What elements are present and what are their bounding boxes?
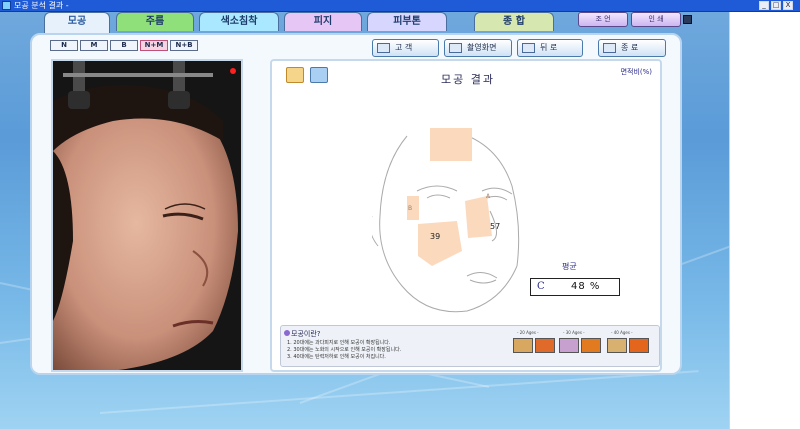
area-ratio-label: 면적비(%) — [620, 68, 652, 76]
face-photo-image — [53, 61, 241, 370]
tab-pores[interactable]: 모공 — [44, 12, 110, 34]
pore-sample-40a — [607, 338, 627, 353]
customer-icon — [377, 43, 390, 53]
pore-sample-20b — [535, 338, 555, 353]
face-photo — [51, 59, 243, 372]
minimize-button[interactable]: _ — [759, 1, 769, 10]
info-title: 모공이란? — [291, 330, 321, 338]
pore-sample-20a — [513, 338, 533, 353]
zone-b-label: B — [408, 205, 412, 212]
average-label: 평균 — [562, 262, 577, 271]
camera-icon — [449, 43, 462, 53]
info-line-1: 1. 20대에는 과다피지로 인해 모공이 확장됩니다. — [287, 340, 391, 346]
side-blank-area — [729, 12, 800, 429]
info-line-2: 2. 30대에는 노화의 시작으로 인해 모공이 확장됩니다. — [287, 347, 402, 353]
maximize-button[interactable]: □ — [771, 1, 781, 10]
window-title: 모공 분석 결과 - — [14, 1, 69, 10]
customer-button[interactable]: 고 객 — [372, 39, 439, 57]
filter-b[interactable]: B — [110, 40, 138, 51]
pore-sample-30a — [559, 338, 579, 353]
window-title-bar: 모공 분석 결과 - _ □ X — [0, 0, 800, 12]
app-background: 모공 주름 색소침착 피지 피부톤 종 합 조 언 인 쇄 N M B N+M … — [0, 12, 729, 429]
pore-sample-30b — [581, 338, 601, 353]
tab-summary[interactable]: 종 합 — [474, 12, 554, 31]
tab-sebum[interactable]: 피지 — [284, 12, 362, 31]
back-button[interactable]: 뒤 로 — [517, 39, 583, 57]
capture-screen-label: 촬영화면 — [467, 43, 497, 52]
save-icon[interactable] — [683, 15, 692, 24]
age-20-label: - 20 Ages - — [517, 330, 539, 335]
main-panel: N M B N+M N+B 고 객 촬영화면 뒤 로 종 료 모공 결과 면적비… — [30, 33, 682, 375]
filter-n[interactable]: N — [50, 40, 78, 51]
result-panel: 모공 결과 면적비(%) B A 39 57 평균 C 48 % 모공이란? 1… — [270, 59, 662, 372]
back-arrow-icon — [522, 43, 535, 53]
tab-skin-tone[interactable]: 피부톤 — [367, 12, 447, 31]
average-box: C 48 % — [530, 278, 620, 296]
filter-n-m[interactable]: N+M — [140, 40, 168, 51]
exit-icon — [603, 43, 616, 53]
app-icon — [2, 1, 11, 10]
age-30-label: - 30 Ages - — [563, 330, 585, 335]
age-40-label: - 40 Ages - — [611, 330, 633, 335]
pore-sample-40b — [629, 338, 649, 353]
info-icon — [284, 330, 290, 336]
pore-info-box: 모공이란? 1. 20대에는 과다피지로 인해 모공이 확장됩니다. 2. 30… — [280, 325, 660, 367]
close-button[interactable]: X — [783, 1, 793, 10]
average-value: 48 % — [571, 281, 601, 292]
filter-m[interactable]: M — [80, 40, 108, 51]
tab-wrinkles[interactable]: 주름 — [116, 12, 194, 31]
face-diagram: B A 39 57 — [372, 128, 520, 313]
print-button[interactable]: 인 쇄 — [631, 12, 681, 27]
filter-n-b[interactable]: N+B — [170, 40, 198, 51]
cheek-value: 39 — [430, 232, 440, 241]
average-grade: C — [537, 281, 545, 292]
result-title: 모공 결과 — [441, 73, 495, 86]
info-line-3: 3. 40대에는 탄력저하로 인해 모공이 처집니다. — [287, 354, 386, 360]
tab-pigmentation[interactable]: 색소침착 — [199, 12, 279, 31]
advice-button[interactable]: 조 언 — [578, 12, 628, 27]
capture-screen-button[interactable]: 촬영화면 — [444, 39, 512, 57]
back-label: 뒤 로 — [540, 43, 558, 52]
customer-label: 고 객 — [395, 43, 413, 52]
exit-button[interactable]: 종 료 — [598, 39, 666, 57]
nose-value: 57 — [490, 222, 500, 231]
exit-label: 종 료 — [621, 43, 639, 52]
